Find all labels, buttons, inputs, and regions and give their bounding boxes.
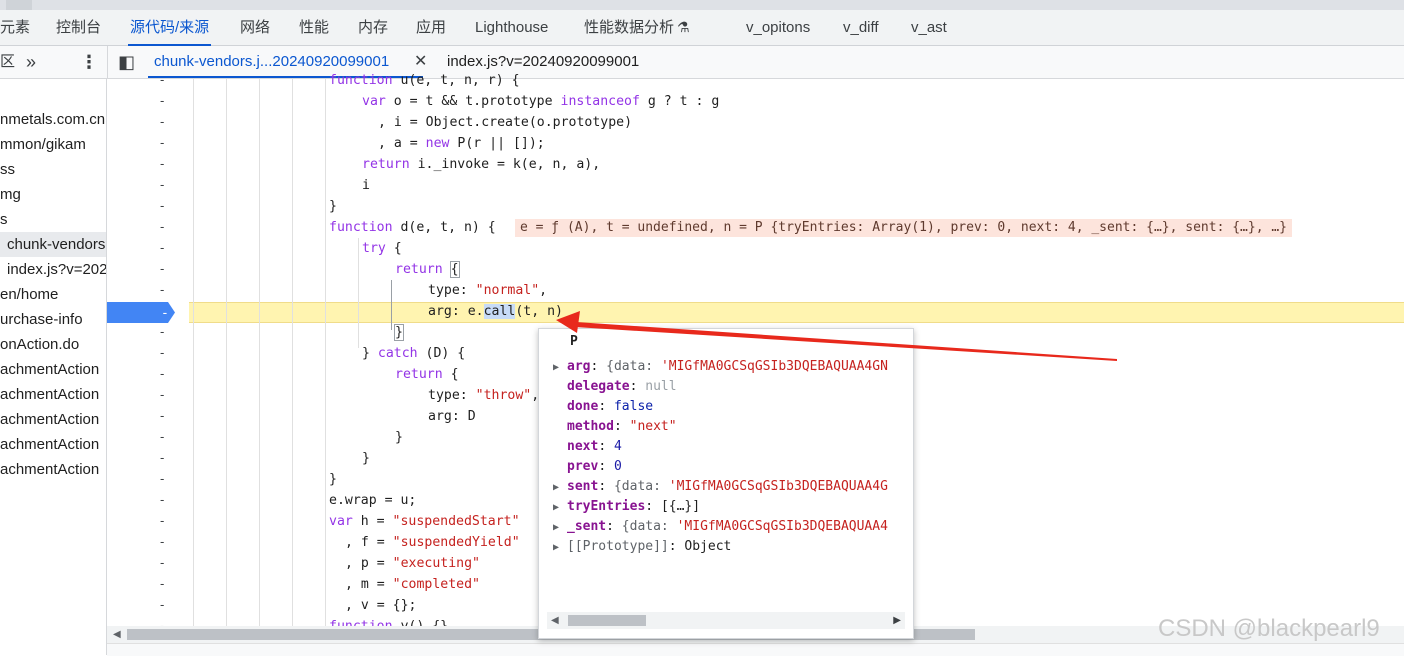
watermark: CSDN @blackpearl9	[1158, 615, 1380, 642]
annotation-arrow	[556, 311, 1117, 361]
